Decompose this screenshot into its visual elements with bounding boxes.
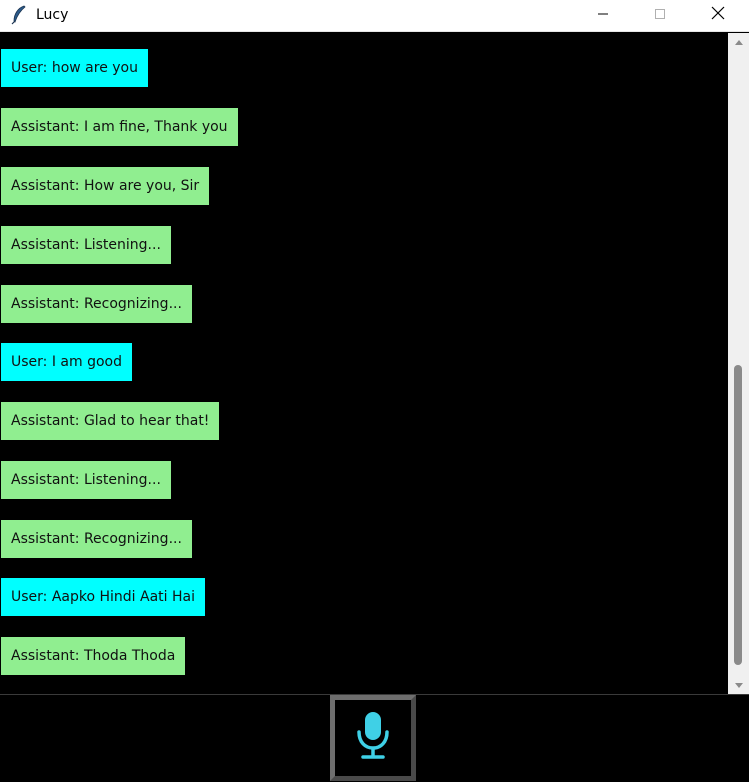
minimize-button[interactable] xyxy=(580,0,626,31)
app-window: Lucy User: how are you Assistant: I am f… xyxy=(0,0,749,782)
control-bar xyxy=(0,694,749,782)
assistant-message: Assistant: Listening... xyxy=(1,461,171,499)
assistant-message: Assistant: How are you, Sir xyxy=(1,167,210,205)
assistant-message: Assistant: Recognizing... xyxy=(1,285,192,323)
triangle-down-icon xyxy=(734,677,744,695)
assistant-message: Assistant: Thoda Thoda xyxy=(1,637,186,675)
microphone-icon xyxy=(353,710,393,767)
scroll-up-button[interactable] xyxy=(728,33,749,50)
vertical-scrollbar[interactable] xyxy=(728,33,749,694)
assistant-message: Assistant: Glad to hear that! xyxy=(1,402,220,440)
triangle-up-icon xyxy=(734,33,744,51)
title-bar: Lucy xyxy=(0,0,749,32)
user-message: User: I am good xyxy=(1,343,132,381)
assistant-message: Assistant: Recognizing... xyxy=(1,520,192,558)
chat-log[interactable]: User: how are you Assistant: I am fine, … xyxy=(0,33,728,694)
user-message: User: how are you xyxy=(1,49,148,87)
scroll-down-button[interactable] xyxy=(728,677,749,694)
close-button[interactable] xyxy=(695,0,741,31)
assistant-message: Assistant: Listening... xyxy=(1,226,171,264)
feather-icon xyxy=(10,5,28,25)
close-icon xyxy=(711,6,725,25)
maximize-button[interactable] xyxy=(637,0,683,31)
minimize-icon xyxy=(597,7,609,25)
scroll-thumb[interactable] xyxy=(734,365,742,665)
assistant-message: Assistant: I am fine, Thank you xyxy=(1,108,238,146)
mic-button[interactable] xyxy=(330,695,416,781)
window-title: Lucy xyxy=(36,7,69,23)
user-message: User: Aapko Hindi Aati Hai xyxy=(1,578,205,616)
maximize-icon xyxy=(654,7,666,25)
